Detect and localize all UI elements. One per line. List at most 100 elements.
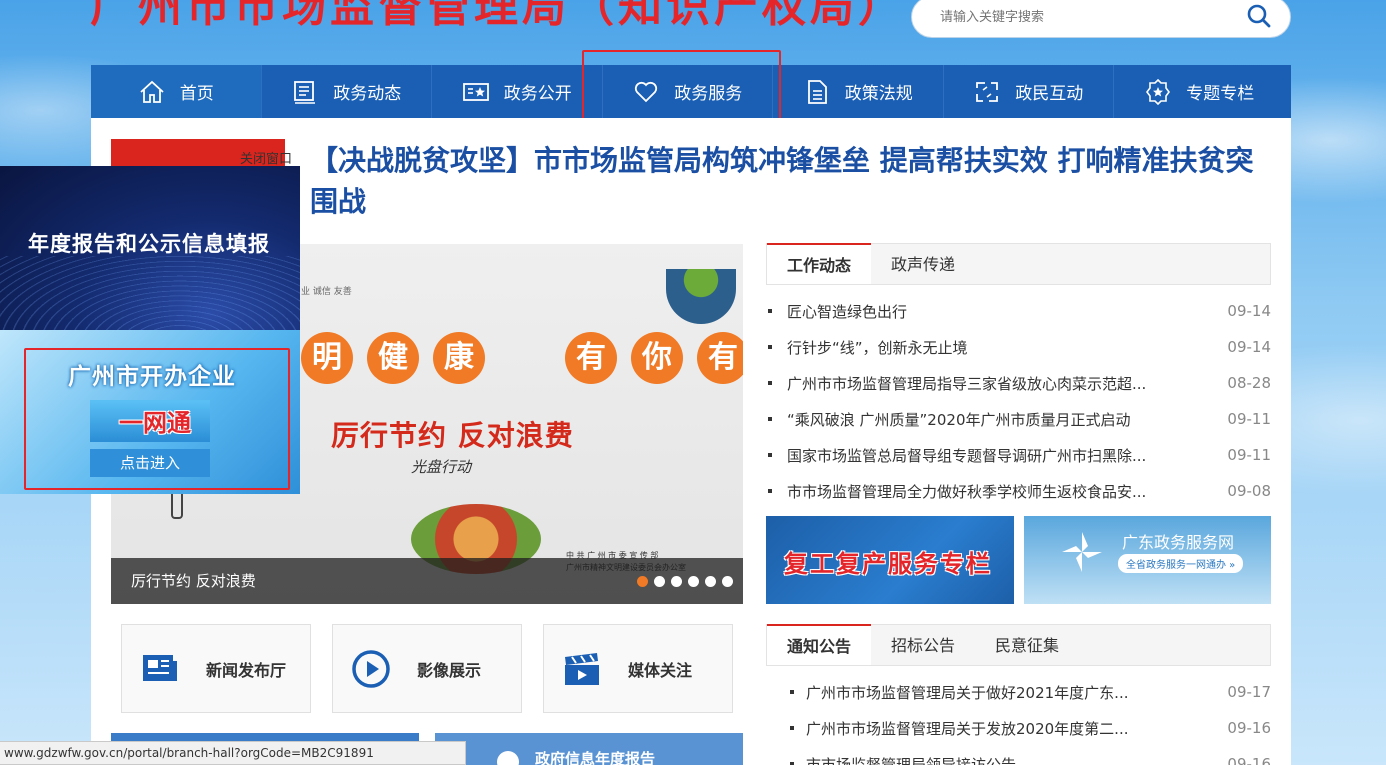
search-box[interactable] <box>911 0 1291 38</box>
news-title: 行针步“线”，创新永无止境 <box>787 338 968 357</box>
notice-panel: 通知公告 招标公告 民意征集 广州市市场监督管理局关于做好2021年度广东...… <box>766 624 1271 765</box>
enterprise-float-title: 广州市开办企业 <box>68 364 236 390</box>
tab-work-news[interactable]: 工作动态 <box>767 243 872 284</box>
carousel-dot[interactable] <box>637 576 648 587</box>
nav-label: 专题专栏 <box>1186 84 1255 104</box>
nav-item-disclosure[interactable]: 政务公开 <box>432 65 603 118</box>
notice-title: 市市场监督管理局领导接访公告 <box>806 755 1017 765</box>
notice-list: 广州市市场监督管理局关于做好2021年度广东... 09-17 广州市市场监督管理… <box>766 674 1271 765</box>
slogan-char: 你 <box>631 332 683 384</box>
carousel-dot[interactable] <box>705 576 716 587</box>
news-tabs: 工作动态 政声传递 <box>766 243 1271 285</box>
notice-item[interactable]: 广州市市场监督管理局关于做好2021年度广东... 09-17 <box>766 674 1271 710</box>
news-list: 匠心智造绿色出行 09-14 行针步“线”，创新永无止境 09-14 广州市市场监督… <box>766 293 1271 509</box>
browser-status-bar: www.gdzwfw.gov.cn/portal/branch-hall?org… <box>0 741 466 765</box>
news-item[interactable]: 匠心智造绿色出行 09-14 <box>766 293 1271 329</box>
heart-icon <box>635 81 658 102</box>
notice-tabs: 通知公告 招标公告 民意征集 <box>766 624 1271 666</box>
carousel-dot[interactable] <box>722 576 733 587</box>
resume-work-text: 复工复产服务专栏 <box>784 550 992 578</box>
notice-date: 09-17 <box>1227 683 1271 701</box>
news-item[interactable]: 广州市市场监督管理局指导三家省级放心肉菜示范超... 08-28 <box>766 365 1271 401</box>
quick-link-video[interactable]: 影像展示 <box>332 624 522 713</box>
news-item[interactable]: 市市场监督管理局全力做好秋季学校师生返校食品安... 09-08 <box>766 473 1271 509</box>
headline-link[interactable]: 【决战脱贫攻坚】市市场监管局构筑冲锋堡垒 提高帮扶实效 打响精准扶贫突围战 <box>310 140 1270 222</box>
tab-tenders[interactable]: 招标公告 <box>871 625 975 665</box>
slogan-char: 有 <box>565 332 617 384</box>
news-item[interactable]: 行针步“线”，创新永无止境 09-14 <box>766 329 1271 365</box>
quick-links: 新闻发布厅 影像展示 媒体关注 <box>121 624 733 713</box>
carousel-dots <box>637 576 733 587</box>
nav-item-policy[interactable]: 政策法规 <box>773 65 944 118</box>
nav-label: 政民互动 <box>1015 84 1084 104</box>
poster-subslogan: 光盘行动 <box>411 458 472 476</box>
annual-report-label: 政府信息年度报告 <box>535 750 656 765</box>
notice-item[interactable]: 广州市市场监督管理局关于发放2020年度第二... 09-16 <box>766 710 1271 746</box>
annual-report-float-title: 年度报告和公示信息填报 <box>28 232 270 256</box>
annual-report-banner[interactable]: 政府信息年度报告 <box>435 733 743 765</box>
nav-item-home[interactable]: 首页 <box>91 65 262 118</box>
slogan-row: 明 健 康 有 你 有 我 <box>301 332 743 384</box>
newspaper-icon <box>143 654 177 681</box>
news-item[interactable]: 国家市场监管总局督导组专题督导调研广州市扫黑除... 09-11 <box>766 437 1271 473</box>
caption-text: 厉行节约 反对浪费 <box>131 572 256 590</box>
enterprise-float-subtitle: 一网通 <box>119 409 191 437</box>
carousel-dot[interactable] <box>688 576 699 587</box>
news-panel: 工作动态 政声传递 匠心智造绿色出行 09-14 行针步“线”，创新永无止境 09-… <box>766 243 1271 509</box>
notice-title: 广州市市场监督管理局关于发放2020年度第二... <box>806 719 1129 738</box>
tab-notices[interactable]: 通知公告 <box>767 624 872 665</box>
slogan-char: 康 <box>433 332 485 384</box>
nav-label: 首页 <box>179 84 214 104</box>
slogan-char: 明 <box>301 332 353 384</box>
search-icon[interactable] <box>1246 3 1272 29</box>
salad-bowl-image <box>666 269 736 324</box>
poster-slogan: 厉行节约 反对浪费 <box>331 419 574 452</box>
slogan-gap <box>499 332 551 384</box>
news-date: 09-11 <box>1227 410 1271 428</box>
nav-label: 政务动态 <box>333 84 402 104</box>
nav-item-service[interactable]: 政务服务 <box>603 65 773 118</box>
interaction-icon <box>976 81 999 102</box>
nav-label: 政务公开 <box>503 84 572 104</box>
search-input[interactable] <box>940 5 1230 29</box>
news-title: 广州市市场监督管理局指导三家省级放心肉菜示范超... <box>787 374 1147 393</box>
news-date: 09-11 <box>1227 446 1271 464</box>
nav-label: 政务服务 <box>674 84 743 104</box>
nav-item-news[interactable]: 政务动态 <box>262 65 432 118</box>
play-icon <box>352 649 390 688</box>
enter-button[interactable]: 点击进入 <box>90 449 210 477</box>
poster-decoration: 业 诚信 友善 <box>301 287 352 297</box>
close-window-link[interactable]: 关闭窗口 <box>240 148 292 167</box>
carousel-dot[interactable] <box>654 576 665 587</box>
news-date: 09-14 <box>1227 338 1271 356</box>
notice-title: 广州市市场监督管理局关于做好2021年度广东... <box>806 683 1129 702</box>
site-title: 广州市市场监督管理局（知识产权局） <box>90 0 906 32</box>
gd-service-logo-icon <box>1062 532 1102 572</box>
notice-date: 09-16 <box>1227 755 1271 765</box>
news-icon <box>294 80 316 104</box>
news-title: 国家市场监管总局督导组专题督导调研广州市扫黑除... <box>787 446 1147 465</box>
notice-item[interactable]: 市市场监督管理局领导接访公告 09-16 <box>766 746 1271 765</box>
carousel-dot[interactable] <box>671 576 682 587</box>
document-icon <box>807 79 827 104</box>
quick-link-media[interactable]: 媒体关注 <box>543 624 733 713</box>
gd-service-banner[interactable]: 广东政务服务网 全省政务服务一网通办 » <box>1024 516 1271 604</box>
quick-link-press[interactable]: 新闻发布厅 <box>121 624 311 713</box>
news-item[interactable]: “乘风破浪 广州质量”2020年广州市质量月正式启动 09-11 <box>766 401 1271 437</box>
tab-gov-voice[interactable]: 政声传递 <box>871 244 975 284</box>
nav-item-topics[interactable]: 专题专栏 <box>1114 65 1285 118</box>
gd-service-subtitle: 全省政务服务一网通办 » <box>1118 554 1244 573</box>
nav-item-interaction[interactable]: 政民互动 <box>944 65 1114 118</box>
slogan-char: 有 <box>697 332 743 384</box>
main-nav: 首页 政务动态 政务公开 政务服务 政策法规 政民互动 专题专栏 <box>91 65 1291 118</box>
quick-link-label: 媒体关注 <box>628 660 693 680</box>
tab-opinions[interactable]: 民意征集 <box>975 625 1079 665</box>
news-title: “乘风破浪 广州质量”2020年广州市质量月正式启动 <box>787 410 1131 429</box>
news-title: 匠心智造绿色出行 <box>787 302 908 321</box>
quick-link-label: 新闻发布厅 <box>206 660 287 680</box>
badge-icon <box>1146 78 1171 105</box>
annual-report-float-ad[interactable]: 年度报告和公示信息填报 <box>0 166 300 330</box>
resume-work-banner[interactable]: 复工复产服务专栏 <box>766 516 1014 604</box>
enterprise-float-ad[interactable]: 广州市开办企业 一网通 点击进入 <box>0 330 300 494</box>
disclosure-icon <box>462 82 489 101</box>
